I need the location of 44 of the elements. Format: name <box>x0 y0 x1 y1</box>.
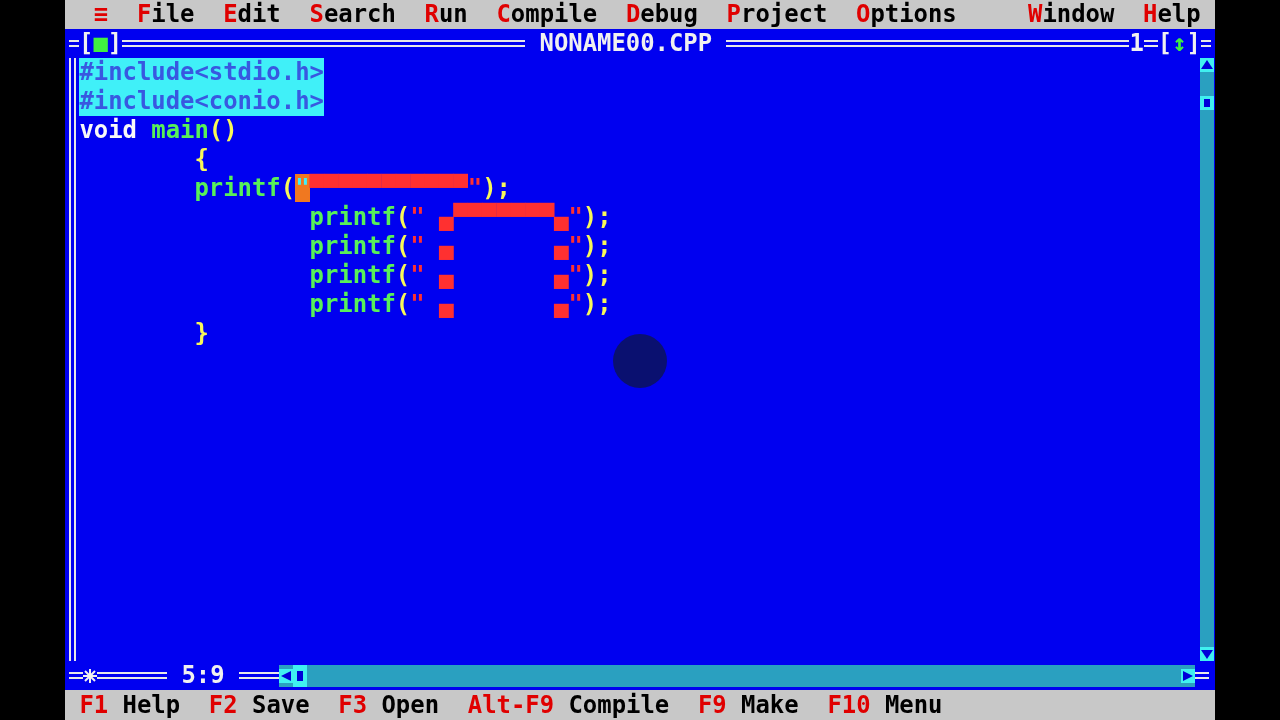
menu-item[interactable]: Options <box>841 0 972 29</box>
shortcut-hint[interactable]: F10 Menu <box>827 690 972 720</box>
code-line: void main() <box>79 116 238 145</box>
window-number: 1 <box>1129 29 1144 58</box>
menu-item[interactable]: Debug <box>611 0 713 29</box>
shortcut-hint[interactable]: F1 Help <box>79 690 209 720</box>
zoom-button[interactable]: [↕] <box>1157 29 1201 58</box>
close-button[interactable]: [■] <box>79 29 123 58</box>
menu-item[interactable]: Search <box>295 0 411 29</box>
left-arrow-icon[interactable] <box>278 668 293 683</box>
frame-line <box>238 672 279 679</box>
menu-item[interactable]: Help <box>1128 0 1215 29</box>
scroll-thumb[interactable] <box>1200 96 1214 110</box>
code-line: printf(" ▄ ▄"); <box>308 290 612 319</box>
pointer-highlight <box>613 334 668 388</box>
code-line: } <box>193 319 209 348</box>
menu-item[interactable]: Project <box>712 0 842 29</box>
menu-item[interactable]: Window <box>1013 0 1129 29</box>
window-title: NONAME00.CPP <box>538 29 714 58</box>
code-line: printf(" ▄ ▄"); <box>308 261 612 290</box>
shortcut-hint[interactable]: Alt-F9 Compile <box>467 690 698 720</box>
menu-item[interactable]: Compile <box>482 0 612 29</box>
horizontal-scrollbar[interactable] <box>278 664 1195 687</box>
code-line: printf(" ▄▀▀▀▀▀▀▀▄"); <box>308 203 612 232</box>
right-arrow-icon[interactable] <box>1181 668 1195 683</box>
frame-line <box>69 672 83 679</box>
menu-item[interactable]: File <box>122 0 209 29</box>
frame-line <box>69 40 79 47</box>
vertical-scrollbar[interactable] <box>1200 58 1214 661</box>
up-arrow-icon[interactable] <box>1200 58 1214 72</box>
shortcut-hint[interactable]: F2 Save <box>208 690 339 720</box>
code-line: printf(" ▄ ▄"); <box>308 232 612 261</box>
code-line: { <box>193 145 209 174</box>
frame-line <box>1143 40 1158 47</box>
menu-item[interactable]: Run <box>410 0 483 29</box>
frame-line <box>97 672 167 679</box>
scroll-thumb[interactable] <box>292 664 307 687</box>
frame-line <box>1201 40 1211 47</box>
frame-line <box>1195 672 1209 679</box>
menu-item[interactable]: Edit <box>208 0 296 29</box>
shortcut-hint[interactable]: F3 Open <box>338 690 468 720</box>
shortcut-hint[interactable]: F9 Make <box>697 690 828 720</box>
cursor-position: 5:9 <box>180 661 226 690</box>
down-arrow-icon[interactable] <box>1200 647 1214 661</box>
